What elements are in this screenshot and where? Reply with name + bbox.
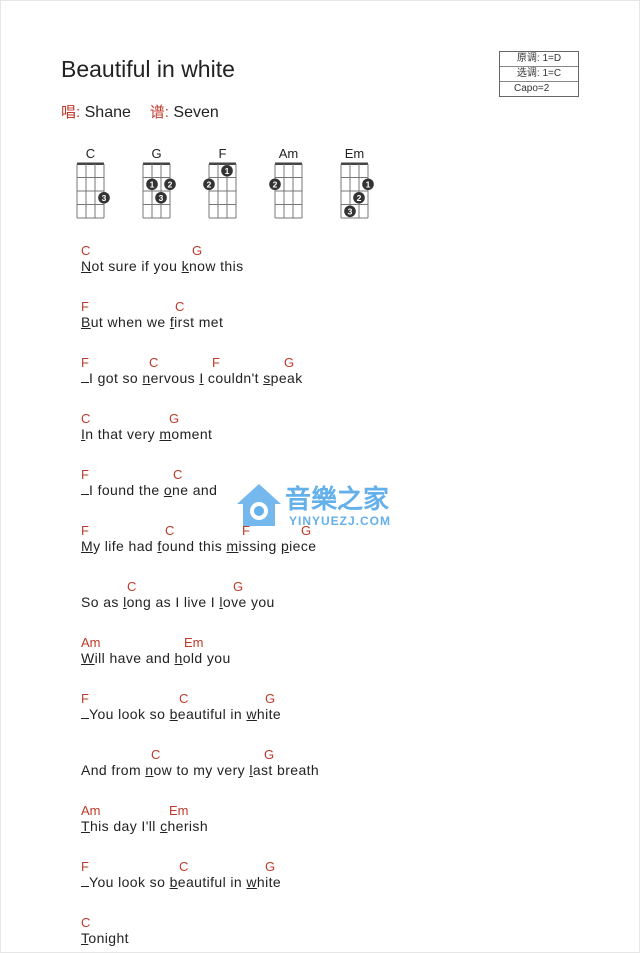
lyric-text: You look so beautiful in white bbox=[81, 706, 281, 722]
chord-marker: F bbox=[81, 859, 89, 874]
chord-diagram-c: C3 bbox=[76, 146, 110, 219]
chord-marker: G bbox=[265, 691, 276, 706]
chord-name: G bbox=[151, 146, 161, 161]
chord-nut bbox=[341, 162, 368, 165]
house-logo-icon bbox=[237, 484, 281, 526]
beat-dash bbox=[81, 370, 89, 383]
chord-nut bbox=[209, 162, 236, 165]
finger-number: 2 bbox=[168, 179, 173, 189]
lyric-text: Will have and hold you bbox=[81, 650, 231, 666]
lyric-text: You look so beautiful in white bbox=[81, 874, 281, 890]
chord-marker: F bbox=[212, 355, 220, 370]
chord-name: Em bbox=[345, 146, 365, 161]
selected-key: 选调: 1=C bbox=[500, 67, 578, 82]
chord-marker: C bbox=[165, 523, 175, 538]
chord-marker: Em bbox=[169, 803, 189, 818]
watermark-cn: 音樂之家 bbox=[285, 484, 389, 515]
chord-diagram-am: Am 2 bbox=[269, 146, 303, 219]
lyric-text: Not sure if you know this bbox=[81, 258, 244, 274]
finger-number: 2 bbox=[273, 179, 278, 189]
finger-number: 3 bbox=[159, 193, 164, 203]
finger-number: 1 bbox=[225, 166, 230, 176]
chord-marker: C bbox=[81, 915, 91, 930]
capo-info: Capo=2 bbox=[514, 83, 550, 94]
chord-marker: C bbox=[149, 355, 159, 370]
chord-marker: Em bbox=[184, 635, 204, 650]
beat-dash bbox=[81, 874, 89, 887]
chord-marker: F bbox=[81, 299, 89, 314]
chord-marker: F bbox=[81, 467, 89, 482]
chord-marker: C bbox=[81, 411, 91, 426]
finger-number: 2 bbox=[207, 179, 212, 189]
chord-marker: Am bbox=[81, 803, 101, 818]
finger-number: 3 bbox=[102, 193, 107, 203]
chord-marker: Am bbox=[81, 635, 101, 650]
chord-marker: F bbox=[81, 691, 89, 706]
chord-marker: C bbox=[127, 579, 137, 594]
tab-author-name: Seven bbox=[173, 104, 219, 121]
song-credits: 唱: Shane 谱: Seven bbox=[61, 101, 219, 122]
beat-dash bbox=[81, 482, 89, 495]
lyric-text: I got so nervous I couldn't speak bbox=[81, 370, 303, 386]
chord-marker: G bbox=[233, 579, 244, 594]
chord-marker: F bbox=[81, 355, 89, 370]
chord-marker: F bbox=[81, 523, 89, 538]
chord-marker: C bbox=[173, 467, 183, 482]
key-info-box: 原调: 1=D 选调: 1=C Capo=2 bbox=[499, 51, 579, 97]
chord-marker: G bbox=[192, 243, 203, 258]
original-key: 原调: 1=D bbox=[500, 52, 578, 67]
lyric-text: So as long as I live I love you bbox=[81, 594, 275, 610]
chord-name: Am bbox=[279, 146, 299, 161]
site-watermark: 音樂之家 YINYUEZJ.COM bbox=[237, 484, 391, 528]
finger-number: 2 bbox=[357, 193, 362, 203]
finger-number: 1 bbox=[366, 179, 371, 189]
chord-name: C bbox=[86, 146, 95, 161]
chord-marker: G bbox=[264, 747, 275, 762]
beat-dash bbox=[81, 706, 89, 719]
chord-name: F bbox=[219, 146, 227, 161]
chord-marker: C bbox=[175, 299, 185, 314]
lyric-text: Tonight bbox=[81, 930, 129, 946]
singer-label: 唱: bbox=[61, 104, 81, 121]
lyric-text: In that very moment bbox=[81, 426, 213, 442]
lyric-text: And from now to my very last breath bbox=[81, 762, 320, 778]
chord-diagrams: C3G1 23F12Am2Em123 bbox=[76, 146, 374, 219]
song-title: Beautiful in white bbox=[61, 56, 235, 82]
chord-diagram-em: Em 123 bbox=[340, 146, 374, 219]
chord-marker: C bbox=[81, 243, 91, 258]
lyric-text: I found the one and bbox=[81, 482, 217, 498]
chord-diagram-g: G 1 23 bbox=[142, 146, 176, 219]
watermark-en: YINYUEZJ.COM bbox=[289, 514, 391, 528]
chord-marker: G bbox=[169, 411, 180, 426]
chord-nut bbox=[143, 162, 170, 165]
lyric-text: This day I'll cherish bbox=[81, 818, 209, 834]
finger-number: 1 bbox=[150, 179, 155, 189]
finger-number: 3 bbox=[348, 206, 353, 216]
chord-diagram-f: F 1 2 bbox=[203, 146, 237, 219]
chord-marker: G bbox=[265, 859, 276, 874]
chord-marker: G bbox=[284, 355, 295, 370]
lyric-text: My life had found this missing piece bbox=[81, 538, 317, 554]
chord-nut bbox=[275, 162, 302, 165]
chord-marker: C bbox=[179, 691, 189, 706]
chord-marker: C bbox=[179, 859, 189, 874]
chord-nut bbox=[77, 162, 104, 165]
tab-author-label: 谱: bbox=[149, 104, 169, 121]
chord-marker: C bbox=[151, 747, 161, 762]
singer-name: Shane bbox=[84, 104, 131, 121]
lyric-text: But when we first met bbox=[81, 314, 224, 330]
